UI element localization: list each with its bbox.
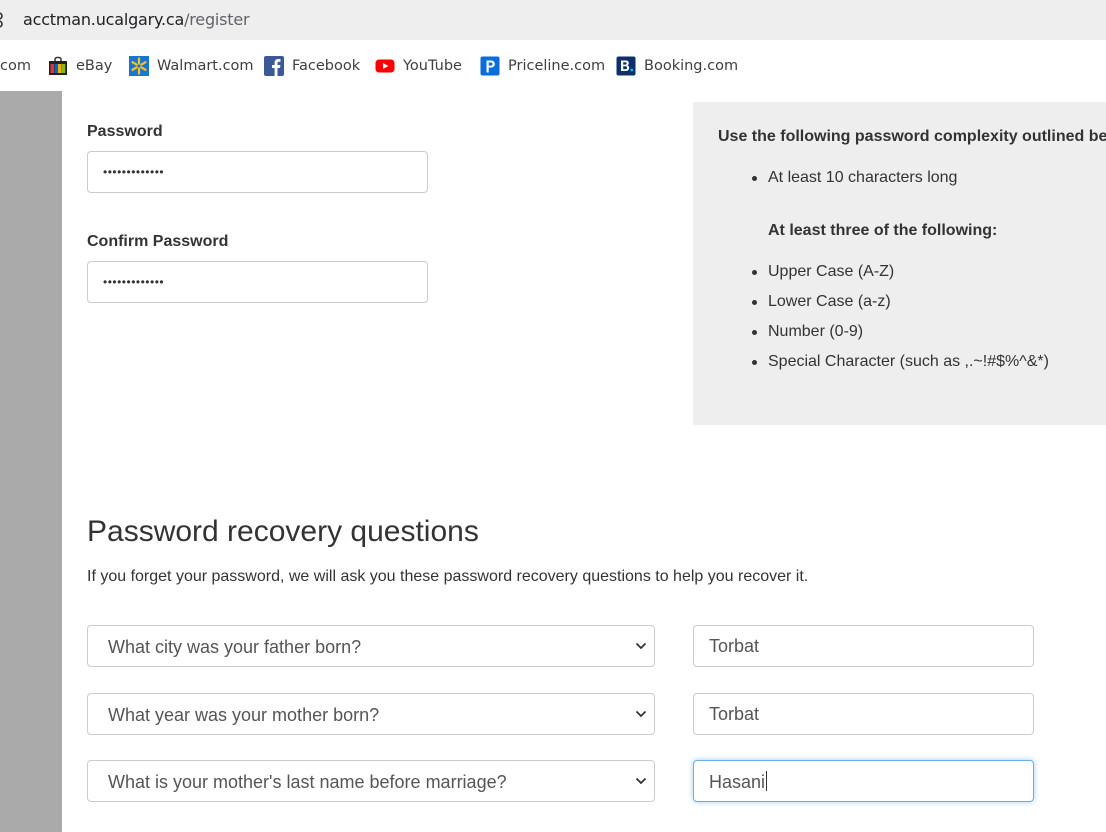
bullet-icon xyxy=(752,176,757,181)
priceline-icon xyxy=(480,56,500,76)
password-input[interactable]: ••••••••••••• xyxy=(87,151,428,193)
bullet-icon xyxy=(752,330,757,335)
chevron-down-icon xyxy=(635,710,647,718)
complexity-item: Lower Case (a-z) xyxy=(752,293,891,311)
complexity-item: Special Character (such as ,.~!#$%^&*) xyxy=(752,353,1049,371)
complexity-item-text: Upper Case (A-Z) xyxy=(768,263,895,280)
complexity-item: Upper Case (A-Z) xyxy=(752,263,895,281)
bullet-icon xyxy=(752,270,757,275)
answer-value: Torbat xyxy=(709,704,760,724)
bookmark-facebook[interactable]: Facebook xyxy=(264,56,361,76)
site-info-icon[interactable] xyxy=(0,11,8,29)
answer-value: Torbat xyxy=(709,636,760,656)
bookmark-priceline[interactable]: Priceline.com xyxy=(480,56,606,76)
ebay-icon xyxy=(49,56,67,75)
complexity-item-text: Lower Case (a-z) xyxy=(768,293,891,310)
bookmark-label: Facebook xyxy=(292,58,361,74)
url-host: acctman.ucalgary.ca xyxy=(23,10,185,29)
recovery-answer-input-2[interactable]: Torbat xyxy=(693,693,1034,735)
bookmarks-bar: com eBay Walmart.com Facebook YouTube Pr… xyxy=(0,40,1106,91)
bookmark-label: com xyxy=(0,58,31,74)
complexity-subheading: At least three of the following: xyxy=(768,222,998,239)
complexity-length-text: At least 10 characters long xyxy=(768,169,958,186)
recovery-questions-description: If you forget your password, we will ask… xyxy=(87,568,809,585)
answer-value: Hasani xyxy=(709,772,766,792)
password-masked-value: ••••••••••••• xyxy=(103,165,165,179)
bookmark-label: YouTube xyxy=(403,58,462,74)
recovery-question-select-2[interactable]: What year was your mother born? xyxy=(87,693,655,735)
complexity-length-item: At least 10 characters long xyxy=(752,169,958,187)
confirm-password-input[interactable]: ••••••••••••• xyxy=(87,261,428,303)
bookmark-label: Booking.com xyxy=(644,58,739,74)
chevron-down-icon xyxy=(635,642,647,650)
selected-question-text: What city was your father born? xyxy=(108,637,362,657)
walmart-icon xyxy=(129,56,149,76)
facebook-icon xyxy=(264,56,284,76)
bookmark-ebay[interactable]: eBay xyxy=(48,56,113,75)
bookmark-label: eBay xyxy=(76,58,113,74)
bookmark-partial[interactable]: com xyxy=(0,57,31,75)
bookmark-label: Walmart.com xyxy=(157,58,254,74)
selected-question-text: What is your mother's last name before m… xyxy=(108,772,507,792)
bookmark-booking[interactable]: Booking.com xyxy=(616,56,739,76)
url-text[interactable]: acctman.ucalgary.ca/register xyxy=(23,10,250,29)
selected-question-text: What year was your mother born? xyxy=(108,705,380,725)
complexity-title: Use the following password complexity ou… xyxy=(718,128,1106,145)
recovery-questions-heading: Password recovery questions xyxy=(87,515,479,548)
youtube-icon xyxy=(375,59,395,73)
password-complexity-panel: Use the following password complexity ou… xyxy=(693,102,1106,425)
chevron-down-icon xyxy=(635,777,647,785)
booking-icon xyxy=(616,56,636,76)
recovery-question-select-1[interactable]: What city was your father born? xyxy=(87,625,655,667)
complexity-item: Number (0-9) xyxy=(752,323,864,341)
bullet-icon xyxy=(752,360,757,365)
complexity-item-text: Number (0-9) xyxy=(768,323,864,340)
recovery-answer-input-3[interactable]: Hasani xyxy=(693,760,1034,802)
complexity-item-text: Special Character (such as ,.~!#$%^&*) xyxy=(768,353,1049,370)
bookmark-label: Priceline.com xyxy=(508,58,606,74)
url-path: /register xyxy=(184,10,250,29)
confirm-password-masked-value: ••••••••••••• xyxy=(103,275,165,289)
password-label: Password xyxy=(87,123,163,140)
recovery-question-select-3[interactable]: What is your mother's last name before m… xyxy=(87,760,655,802)
bookmark-walmart[interactable]: Walmart.com xyxy=(129,56,254,76)
answer-value-with-caret: Hasani xyxy=(709,771,768,793)
bullet-icon xyxy=(752,300,757,305)
address-bar[interactable]: acctman.ucalgary.ca/register xyxy=(0,0,1106,40)
text-caret xyxy=(766,771,768,791)
recovery-answer-input-1[interactable]: Torbat xyxy=(693,625,1034,667)
left-sidebar-strip xyxy=(0,91,62,832)
confirm-password-label: Confirm Password xyxy=(87,233,229,250)
bookmark-youtube[interactable]: YouTube xyxy=(375,57,462,75)
